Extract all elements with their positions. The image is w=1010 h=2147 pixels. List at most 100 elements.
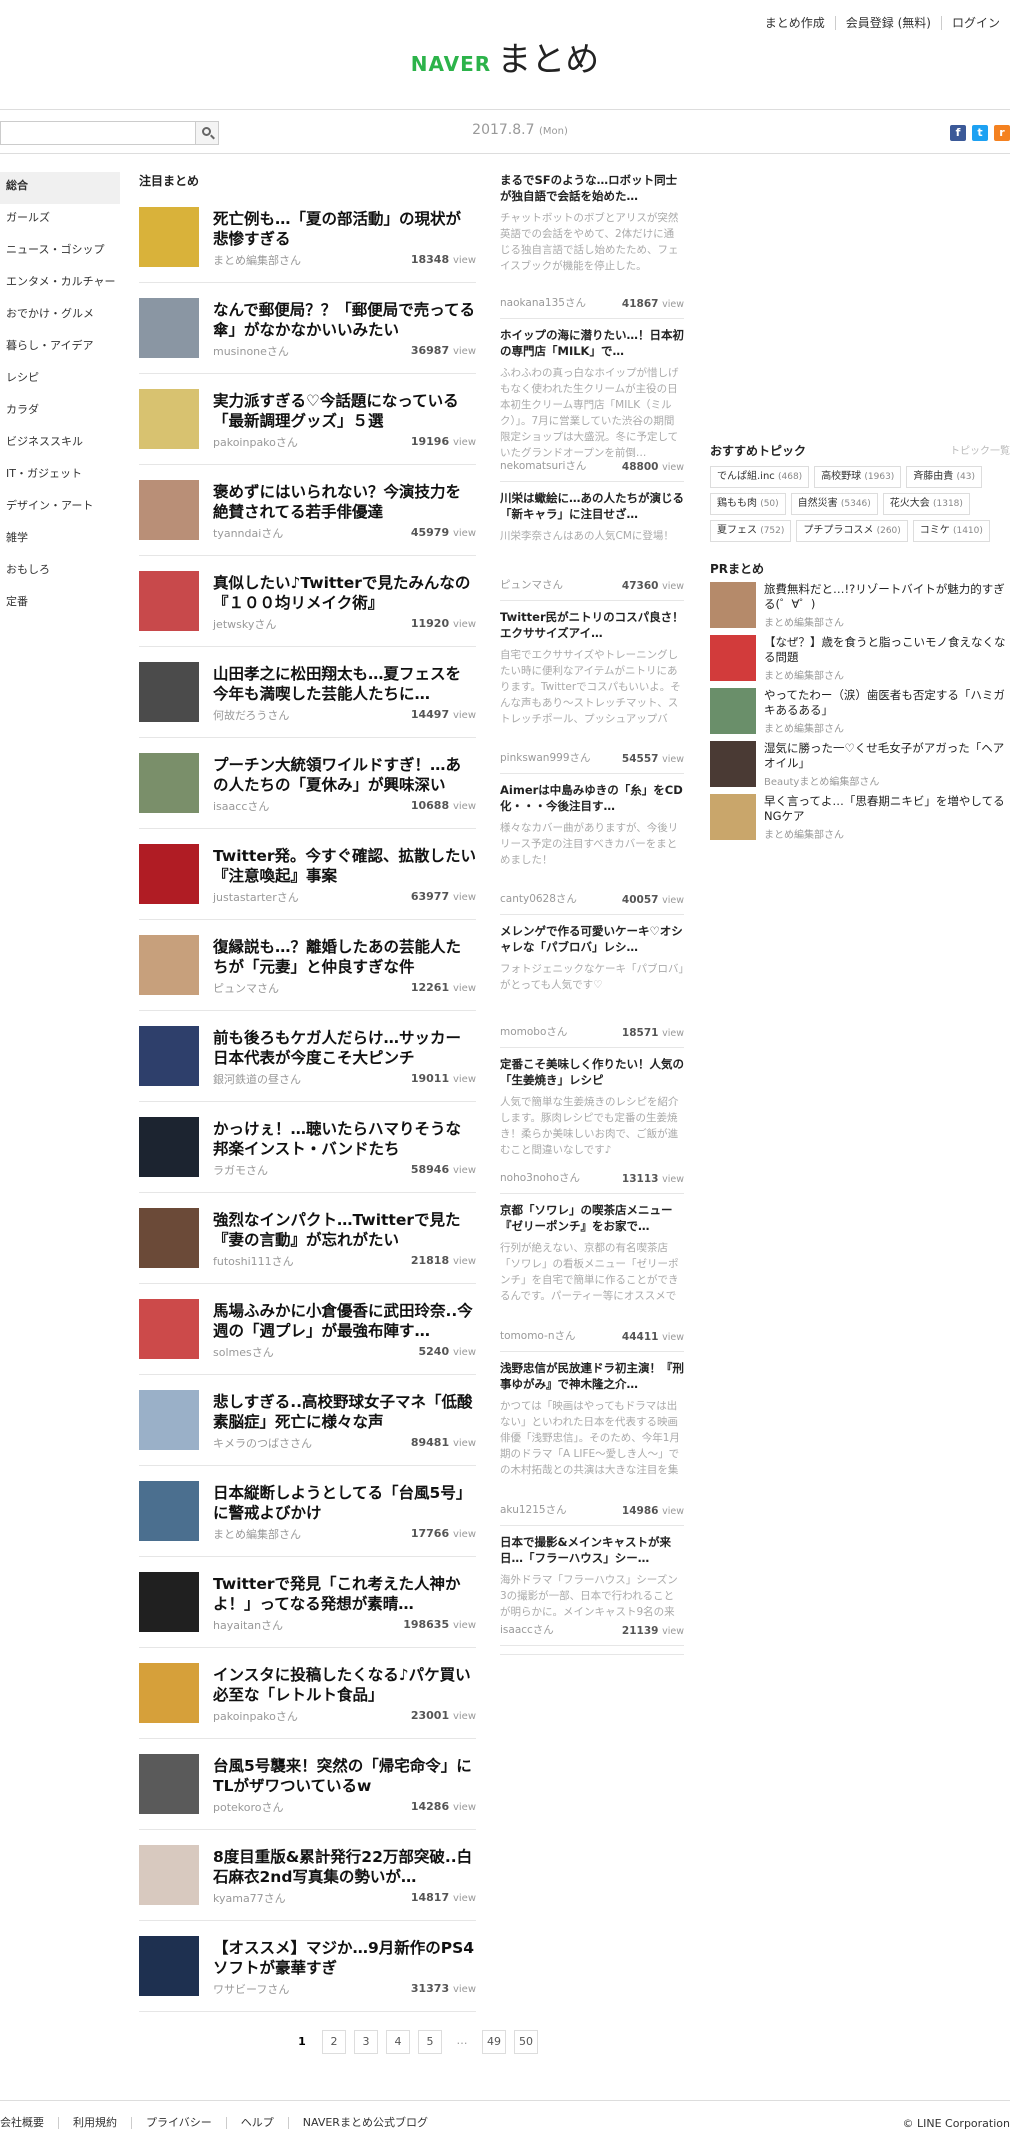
thumbnail-image[interactable] [710, 688, 756, 734]
list-item[interactable]: プーチン大統領ワイルドすぎ！…あの人たちの「夏休み」が興味深い isaaccさん 1… [139, 738, 476, 829]
thumbnail-image[interactable] [139, 480, 199, 540]
list-item[interactable]: 強烈なインパクト…Twitterで見た『妻の言動』が忘れがたい futoshi11… [139, 1193, 476, 1284]
page-link[interactable]: 5 [418, 2030, 442, 2054]
pr-item[interactable]: 早く言ってよ…「思春期ニキビ」を増やしてるNGケア まとめ編集部さん [710, 794, 1010, 847]
entry-title[interactable]: 前も後ろもケガ人だらけ…サッカー日本代表が今度こそ大ピンチ [213, 1028, 476, 1068]
entry-author[interactable]: aku1215さん [500, 1502, 567, 1517]
list-item[interactable]: 8度目重版&累計発行22万部突破..白石麻衣2nd写真集の勢いが… kyama77… [139, 1830, 476, 1921]
thumbnail-image[interactable] [139, 1299, 199, 1359]
entry-author[interactable]: naokana135さん [500, 295, 586, 310]
list-item[interactable]: Twitter発。今すぐ確認、拡散したい『注意喚起』事案 justastarter… [139, 829, 476, 920]
entry-author[interactable]: tomomo-nさん [500, 1328, 575, 1343]
entry-title[interactable]: 実力派すぎる♡今話題になっている「最新調理グッズ」５選 [213, 391, 476, 431]
list-item[interactable]: 【オススメ】マジか…9月新作のPS4ソフトが豪華すぎ ワサビーフさん 31373 v… [139, 1921, 476, 2012]
topic-tag[interactable]: 斉藤由貴 (43) [906, 466, 982, 488]
entry-author[interactable]: pakoinpakoさん [213, 1708, 298, 1724]
list-item[interactable]: 川栄は蠍絵に…あの人たちが演じる「新キャラ」に注目せざ… 川栄李奈さんはあの人気C… [500, 490, 684, 601]
thumbnail-image[interactable] [139, 1390, 199, 1450]
thumbnail-image[interactable] [139, 662, 199, 722]
thumbnail-image[interactable] [139, 1754, 199, 1814]
topic-tag[interactable]: でんぱ組.inc (468) [710, 466, 810, 488]
entry-title[interactable]: 京都「ソワレ」の喫茶店メニュー『ゼリーポンチ』をお家で… [500, 1202, 684, 1234]
entry-author[interactable]: justastarterさん [213, 889, 299, 905]
list-item[interactable]: Aimerは中島みゆきの「糸」をCD化・・・今後注目す… 様々なカバー曲があります… [500, 782, 684, 915]
nav-item[interactable]: 定番 [0, 588, 120, 620]
entry-author[interactable]: jetwskyさん [213, 616, 276, 632]
thumbnail-image[interactable] [139, 207, 199, 267]
nav-item[interactable]: カラダ [0, 396, 120, 428]
entry-title[interactable]: 【オススメ】マジか…9月新作のPS4ソフトが豪華すぎ [213, 1938, 476, 1978]
list-item[interactable]: ホイップの海に潜りたい…！日本初の専門店「MILK」で… ふわふわの真っ白なホイッ… [500, 327, 684, 482]
entry-title[interactable]: 定番こそ美味しく作りたい！人気の「生姜焼き」レシピ [500, 1056, 684, 1088]
list-item[interactable]: まるでSFのような…ロボット同士が独自語で会話を始めた… チャットボットのボブとア… [500, 172, 684, 319]
thumbnail-image[interactable] [139, 935, 199, 995]
entry-author[interactable]: tyanndaiさん [213, 525, 283, 541]
list-item[interactable]: 浅野忠信が民放連ドラ初主演！『刑事ゆがみ』で神木隆之介… かつては「映画はやっても… [500, 1360, 684, 1526]
entry-title[interactable]: Twitter発。今すぐ確認、拡散したい『注意喚起』事案 [213, 846, 476, 886]
thumbnail-image[interactable] [139, 1117, 199, 1177]
nav-item[interactable]: おでかけ・グルメ [0, 300, 120, 332]
entry-author[interactable]: isaaccさん [213, 798, 269, 814]
pr-title[interactable]: 湿気に勝った一♡くせ毛女子がアガった「ヘアオイル」 [764, 741, 1010, 771]
thumbnail-image[interactable] [139, 1026, 199, 1086]
list-item[interactable]: 定番こそ美味しく作りたい！人気の「生姜焼き」レシピ 人気で簡単な生姜焼きのレシピを… [500, 1056, 684, 1194]
search-button[interactable] [195, 121, 219, 145]
entry-title[interactable]: 浅野忠信が民放連ドラ初主演！『刑事ゆがみ』で神木隆之介… [500, 1360, 684, 1392]
search-input[interactable] [0, 121, 195, 145]
thumbnail-image[interactable] [139, 844, 199, 904]
entry-author[interactable]: まとめ編集部さん [213, 252, 301, 268]
entry-author[interactable]: ピュンマさん [213, 980, 279, 996]
entry-title[interactable]: なんで郵便局？？「郵便局で売ってる傘」がなかなかいいみたい [213, 300, 476, 340]
entry-author[interactable]: canty0628さん [500, 891, 577, 906]
list-item[interactable]: 台風5号襲来！突然の「帰宅命令」にTLがザワついているw potekoroさん 14… [139, 1739, 476, 1830]
entry-title[interactable]: 川栄は蠍絵に…あの人たちが演じる「新キャラ」に注目せざ… [500, 490, 684, 522]
entry-author[interactable]: kyama77さん [213, 1890, 286, 1906]
entry-title[interactable]: 褒めずにはいられない？今演技力を絶賛されてる若手俳優達 [213, 482, 476, 522]
nav-item[interactable]: ガールズ [0, 204, 120, 236]
entry-author[interactable]: hayaitanさん [213, 1617, 283, 1633]
footer-link[interactable]: 会社概要 [0, 2117, 58, 2129]
twitter-icon[interactable]: t [972, 125, 988, 141]
entry-title[interactable]: 日本で撮影&メインキャストが来日…「フラーハウス」シー… [500, 1534, 684, 1566]
page-link[interactable]: 4 [386, 2030, 410, 2054]
thumbnail-image[interactable] [139, 389, 199, 449]
list-item[interactable]: 死亡例も…「夏の部活動」の現状が悲惨すぎる まとめ編集部さん 18348 view [139, 192, 476, 283]
list-item[interactable]: なんで郵便局？？「郵便局で売ってる傘」がなかなかいいみたい musinoneさん 3… [139, 283, 476, 374]
list-item[interactable]: Twitterで発見「これ考えた人神かよ！」ってなる発想が素晴… hayaitan… [139, 1557, 476, 1648]
list-item[interactable]: 実力派すぎる♡今話題になっている「最新調理グッズ」５選 pakoinpakoさん 1… [139, 374, 476, 465]
list-item[interactable]: 前も後ろもケガ人だらけ…サッカー日本代表が今度こそ大ピンチ 銀河鉄道の昼さん 190… [139, 1011, 476, 1102]
entry-title[interactable]: 馬場ふみかに小倉優香に武田玲奈..今週の「週プレ」が最強布陣す… [213, 1301, 476, 1341]
nav-item[interactable]: ニュース・ゴシップ [0, 236, 120, 268]
list-item[interactable]: 山田孝之に松田翔太も…夏フェスを今年も満喫した芸能人たちに… 何故だろうさん 144… [139, 647, 476, 738]
entry-author[interactable]: ラガモさん [213, 1162, 268, 1178]
topic-tag[interactable]: 花火大会 (1318) [882, 493, 970, 515]
topic-tag[interactable]: 夏フェス (752) [710, 520, 792, 542]
entry-title[interactable]: インスタに投稿したくなる♪パケ買い必至な「レトルト食品」 [213, 1665, 476, 1705]
footer-link[interactable]: 利用規約 [58, 2117, 131, 2129]
entry-title[interactable]: プーチン大統領ワイルドすぎ！…あの人たちの「夏休み」が興味深い [213, 755, 476, 795]
thumbnail-image[interactable] [710, 635, 756, 681]
entry-title[interactable]: Twitterで発見「これ考えた人神かよ！」ってなる発想が素晴… [213, 1574, 476, 1614]
pr-title[interactable]: 早く言ってよ…「思春期ニキビ」を増やしてるNGケア [764, 794, 1010, 824]
entry-title[interactable]: 死亡例も…「夏の部活動」の現状が悲惨すぎる [213, 209, 476, 249]
entry-author[interactable]: 何故だろうさん [213, 707, 289, 723]
entry-title[interactable]: 日本縦断しようとしてる「台風5号」に警戒よびかけ [213, 1483, 476, 1523]
page-link[interactable]: 2 [322, 2030, 346, 2054]
entry-title[interactable]: 悲しすぎる..高校野球女子マネ「低酸素脳症」死亡に様々な声 [213, 1392, 476, 1432]
footer-link[interactable]: NAVERまとめ公式ブログ [287, 2117, 442, 2129]
entry-title[interactable]: Aimerは中島みゆきの「糸」をCD化・・・今後注目す… [500, 782, 684, 814]
thumbnail-image[interactable] [139, 1208, 199, 1268]
entry-title[interactable]: 復縁説も…？離婚したあの芸能人たちが「元妻」と仲良すぎな件 [213, 937, 476, 977]
pr-item[interactable]: やってたわー（涙）歯医者も否定する「ハミガキあるある」 まとめ編集部さん [710, 688, 1010, 741]
pr-title[interactable]: 旅費無料だと…!?リゾートバイトが魅力的すぎる(゜∀゜) [764, 582, 1010, 612]
login-link[interactable]: ログイン [940, 16, 1010, 30]
list-item[interactable]: 日本で撮影&メインキャストが来日…「フラーハウス」シー… 海外ドラマ「フラーハウス… [500, 1534, 684, 1646]
footer-link[interactable]: ヘルプ [225, 2117, 288, 2129]
entry-author[interactable]: まとめ編集部さん [213, 1526, 301, 1542]
nav-item[interactable]: デザイン・アート [0, 492, 120, 524]
thumbnail-image[interactable] [139, 1845, 199, 1905]
entry-title[interactable]: 強烈なインパクト…Twitterで見た『妻の言動』が忘れがたい [213, 1210, 476, 1250]
entry-author[interactable]: キメラのつばささん [213, 1435, 312, 1451]
entry-author[interactable]: noho3nohoさん [500, 1170, 580, 1185]
create-matome-link[interactable]: まとめ作成 [755, 16, 835, 30]
